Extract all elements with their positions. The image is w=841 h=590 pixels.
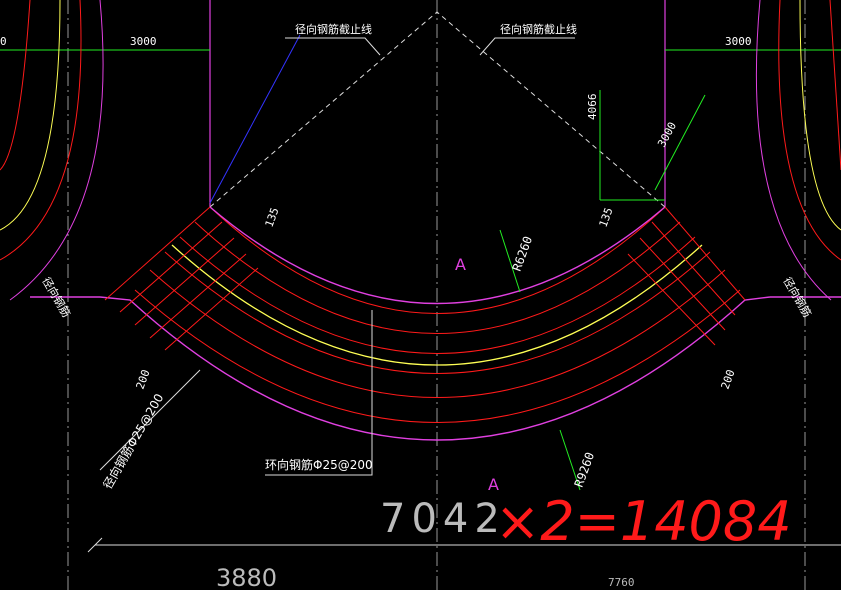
handwritten-annotation: ×2=14084 [495,490,792,553]
rebar-drawing: 径向钢筋截止线 径向钢筋截止线 3000 3000 0 4066 3000 13… [0,0,841,590]
label-ring-rebar: 环向钢筋Φ25@200 [265,457,373,472]
dim-big-width: 7042 [380,496,506,542]
label-cutoff-left: 径向钢筋截止线 [295,22,372,36]
label-cutoff-right: 径向钢筋截止线 [500,22,577,36]
dim-bottom-left: 3880 [216,564,277,590]
dim-top-far-left: 0 [0,35,7,48]
dim-top-left: 3000 [130,35,157,48]
dim-bottom-right: 7760 [608,576,635,589]
dim-top-right: 3000 [725,35,752,48]
section-mark-1: A [455,255,466,274]
dim-vertical: 4066 [586,94,599,121]
